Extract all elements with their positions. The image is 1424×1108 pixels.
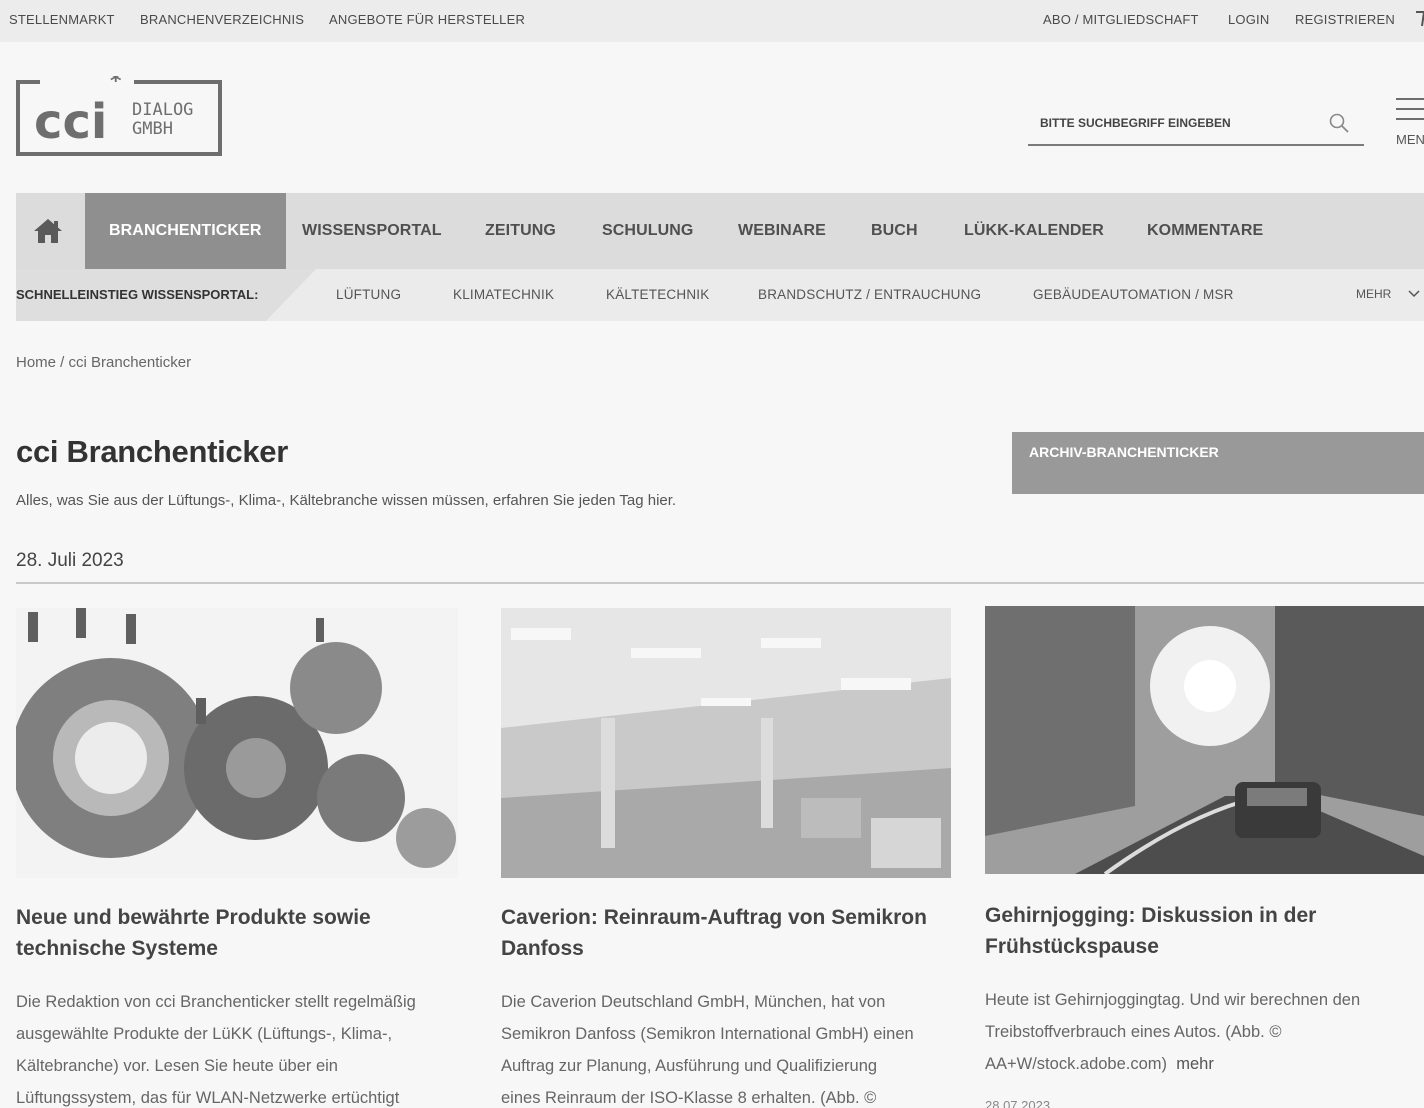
article-image-gears[interactable] bbox=[16, 608, 458, 878]
nav-wissensportal[interactable]: WISSENSPORTAL bbox=[302, 193, 442, 269]
article-image-cleanroom[interactable] bbox=[501, 608, 951, 878]
top-link-stellenmarkt[interactable]: STELLENMARKT bbox=[9, 12, 115, 27]
top-link-login[interactable]: LOGIN bbox=[1228, 12, 1269, 27]
nav-zeitung[interactable]: ZEITUNG bbox=[485, 193, 556, 269]
article-date: 28.07.2023 bbox=[985, 1098, 1051, 1108]
site-logo[interactable]: cci * DIALOG GMBH bbox=[16, 69, 222, 158]
cart-icon[interactable] bbox=[1414, 8, 1424, 30]
quick-more-label: MEHR bbox=[1356, 287, 1392, 301]
divider bbox=[16, 582, 1424, 584]
home-icon bbox=[34, 219, 62, 243]
page-intro: Alles, was Sie aus der Lüftungs-, Klima-… bbox=[16, 492, 677, 509]
nav-buch[interactable]: BUCH bbox=[871, 193, 918, 269]
breadcrumb[interactable]: Home / cci Branchenticker bbox=[16, 354, 191, 371]
article-teaser: Die Caverion Deutschland GmbH, München, … bbox=[501, 993, 914, 1107]
article-teaser: Heute ist Gehirnjoggingtag. Und wir bere… bbox=[985, 991, 1361, 1073]
search-input[interactable] bbox=[1040, 112, 1320, 134]
article-more-link[interactable]: mehr bbox=[1176, 1055, 1214, 1073]
top-link-abo[interactable]: ABO / MITGLIEDSCHAFT bbox=[1043, 12, 1199, 27]
article-teaser: Die Redaktion von cci Branchenticker ste… bbox=[16, 993, 416, 1107]
search-box bbox=[1028, 104, 1364, 146]
search-icon[interactable] bbox=[1328, 112, 1350, 134]
quick-link-lueftung[interactable]: LÜFTUNG bbox=[336, 287, 401, 302]
quick-access-bar: SCHNELLEINSTIEG WISSENSPORTAL: LÜFTUNG K… bbox=[16, 269, 1424, 321]
main-navigation: BRANCHENTICKER WISSENSPORTAL ZEITUNG SCH… bbox=[16, 193, 1424, 269]
page-title: cci Branchenticker bbox=[16, 434, 289, 469]
nav-home[interactable] bbox=[16, 193, 85, 269]
article-title[interactable]: Caverion: Reinraum-Auftrag von Semikron … bbox=[501, 902, 951, 964]
nav-branchenticker[interactable]: BRANCHENTICKER bbox=[85, 193, 286, 269]
top-utility-bar: STELLENMARKT BRANCHENVERZEICHNIS ANGEBOT… bbox=[0, 0, 1424, 42]
article-image-car[interactable] bbox=[985, 606, 1424, 874]
nav-kommentare[interactable]: KOMMENTARE bbox=[1147, 193, 1263, 269]
logo-line2: GMBH bbox=[132, 119, 173, 139]
logo-line1: DIALOG bbox=[132, 100, 193, 120]
hamburger-icon bbox=[1396, 98, 1424, 100]
nav-luekk-kalender[interactable]: LÜKK-KALENDER bbox=[964, 193, 1104, 269]
article-title[interactable]: Gehirnjogging: Diskussion in der Frühstü… bbox=[985, 900, 1424, 962]
nav-webinare[interactable]: WEBINARE bbox=[738, 193, 826, 269]
nav-schulung[interactable]: SCHULUNG bbox=[602, 193, 693, 269]
quick-link-kaeltetechnik[interactable]: KÄLTETECHNIK bbox=[606, 287, 709, 302]
menu-button[interactable]: MENÜ bbox=[1396, 96, 1424, 152]
svg-text:*: * bbox=[110, 76, 122, 94]
archive-button[interactable]: ARCHIV-BRANCHENTICKER bbox=[1012, 432, 1424, 494]
article-title[interactable]: Neue und bewährte Produkte sowie technis… bbox=[16, 902, 458, 964]
top-link-registrieren[interactable]: REGISTRIEREN bbox=[1295, 12, 1395, 27]
logo-mark: cci bbox=[34, 94, 107, 150]
quick-access-label: SCHNELLEINSTIEG WISSENSPORTAL: bbox=[16, 287, 259, 302]
quick-more-toggle[interactable]: MEHR bbox=[1356, 287, 1420, 301]
top-link-angebote[interactable]: ANGEBOTE FÜR HERSTELLER bbox=[329, 12, 525, 27]
menu-label: MENÜ bbox=[1396, 132, 1424, 147]
quick-link-brandschutz[interactable]: BRANDSCHUTZ / ENTRAUCHUNG bbox=[758, 287, 981, 302]
chevron-down-icon bbox=[1408, 290, 1420, 298]
date-heading: 28. Juli 2023 bbox=[16, 550, 124, 571]
top-link-branchenverzeichnis[interactable]: BRANCHENVERZEICHNIS bbox=[140, 12, 304, 27]
quick-link-klimatechnik[interactable]: KLIMATECHNIK bbox=[453, 287, 554, 302]
quick-link-gebaeudeautomation[interactable]: GEBÄUDEAUTOMATION / MSR bbox=[1033, 287, 1234, 302]
